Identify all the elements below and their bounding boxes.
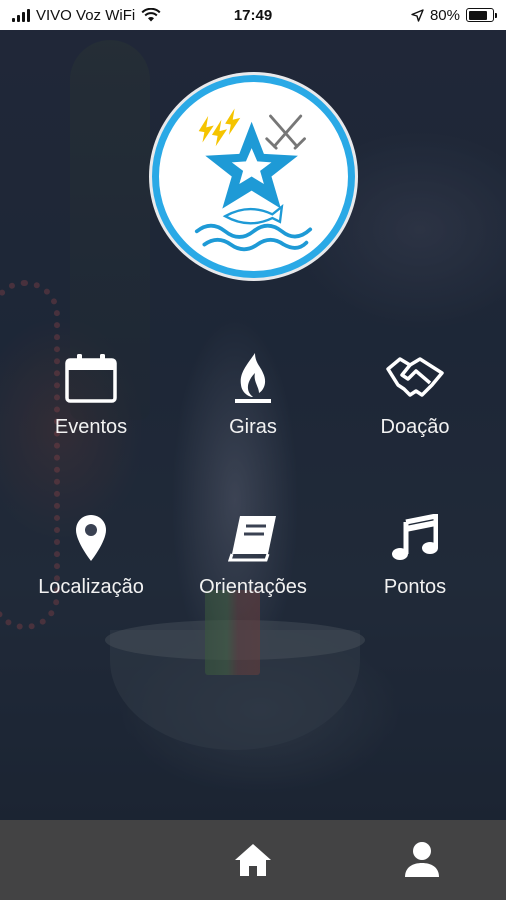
profile-icon bbox=[405, 842, 439, 877]
menu-label: Eventos bbox=[54, 416, 128, 438]
flame-icon bbox=[233, 350, 273, 406]
status-left: VIVO Voz WiFi bbox=[12, 7, 161, 24]
location-arrow-icon bbox=[411, 8, 424, 22]
menu-giras[interactable]: Giras bbox=[173, 350, 333, 439]
tab-profile[interactable] bbox=[400, 838, 444, 882]
battery-icon bbox=[466, 8, 497, 22]
menu-eventos[interactable]: Eventos bbox=[11, 350, 171, 439]
tab-home[interactable] bbox=[231, 838, 275, 882]
signal-icon bbox=[12, 8, 30, 22]
menu-orientacoes[interactable]: Orientações bbox=[173, 510, 333, 599]
location-pin-icon bbox=[74, 510, 108, 566]
handshake-icon bbox=[386, 350, 444, 406]
menu-label: Pontos bbox=[383, 576, 447, 598]
lightning-icon bbox=[198, 108, 241, 147]
menu-pontos[interactable]: Pontos bbox=[335, 510, 495, 599]
status-bar: VIVO Voz WiFi 17:49 80% bbox=[0, 0, 506, 30]
music-note-icon bbox=[392, 510, 438, 566]
crossed-swords-icon bbox=[265, 114, 306, 150]
menu-label: Doação bbox=[380, 416, 450, 438]
status-right: 80% bbox=[411, 6, 497, 24]
tab-bar bbox=[0, 820, 506, 900]
menu-label: Orientações bbox=[199, 576, 307, 598]
calendar-icon bbox=[64, 350, 118, 406]
menu-doacao[interactable]: Doação bbox=[335, 350, 495, 439]
menu-label: Giras bbox=[229, 416, 277, 438]
carrier-name: VIVO Voz WiFi bbox=[36, 6, 136, 24]
menu-localizacao[interactable]: Localização bbox=[11, 510, 171, 599]
waves-icon bbox=[194, 223, 313, 252]
battery-percent: 80% bbox=[429, 6, 460, 24]
menu-label: Localização bbox=[38, 576, 144, 598]
wifi-icon bbox=[141, 8, 161, 22]
home-icon bbox=[235, 844, 271, 876]
book-icon bbox=[228, 510, 278, 566]
fish-icon bbox=[222, 204, 284, 225]
app-logo bbox=[152, 75, 355, 278]
battery-fill bbox=[468, 10, 487, 20]
